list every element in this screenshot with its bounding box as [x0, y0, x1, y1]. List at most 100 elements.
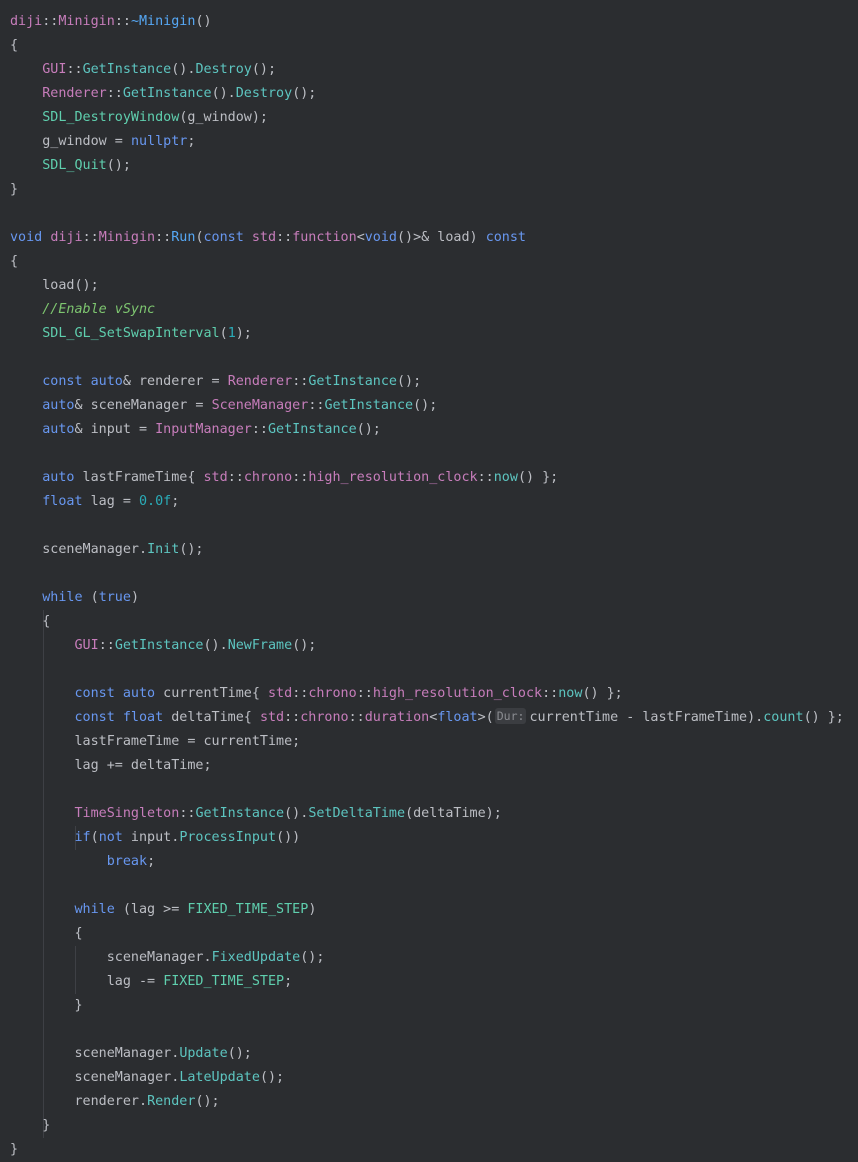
- code-token-default: ;: [171, 494, 180, 509]
- code-token-default: >(: [477, 710, 494, 725]
- code-token-default: ();: [106, 158, 131, 173]
- code-token-default: & renderer =: [122, 374, 228, 389]
- code-token-keyword: float: [437, 710, 478, 725]
- code-token-default: }: [74, 998, 83, 1013]
- code-line[interactable]: auto lastFrameTime{ std::chrono::high_re…: [10, 466, 558, 490]
- code-line[interactable]: //Enable vSync: [10, 298, 155, 322]
- code-line[interactable]: sceneManager.Init();: [10, 538, 204, 562]
- code-token-member-fn: GetInstance: [268, 422, 357, 437]
- code-token-default: ()): [276, 830, 301, 845]
- code-line[interactable]: load();: [10, 274, 98, 298]
- code-token-member-fn: GetInstance: [195, 806, 285, 821]
- code-line[interactable]: lag -= FIXED_TIME_STEP;: [10, 970, 292, 994]
- code-token-namespace: Renderer: [227, 374, 293, 389]
- code-token-default: {: [10, 254, 19, 269]
- code-token-member-fn: Init: [147, 542, 180, 557]
- code-token-default: ::: [356, 686, 373, 701]
- code-line[interactable]: TimeSingleton::GetInstance().SetDeltaTim…: [10, 802, 502, 826]
- code-editor[interactable]: diji::Minigin::~Minigin(){ GUI::GetInsta…: [0, 0, 858, 1162]
- code-token-default: ): [130, 590, 139, 605]
- code-token-default: (: [195, 230, 204, 245]
- code-token-default: () };: [517, 470, 559, 485]
- code-line[interactable]: sceneManager.LateUpdate();: [10, 1066, 285, 1090]
- code-token-default: ::: [106, 86, 123, 101]
- code-line[interactable]: {: [10, 610, 50, 634]
- code-token-default: {: [10, 38, 19, 53]
- code-token-function: ~Minigin: [130, 14, 196, 29]
- code-token-namespace: GUI: [74, 638, 99, 653]
- code-token-member-fn: now: [493, 470, 518, 485]
- code-token-default: [10, 110, 42, 125]
- code-line[interactable]: while (true): [10, 586, 139, 610]
- code-line[interactable]: }: [10, 1138, 18, 1162]
- code-token-namespace: chrono: [308, 686, 357, 701]
- code-token-namespace: diji: [50, 230, 83, 245]
- code-token-comment: //Enable vSync: [42, 302, 156, 317]
- code-line[interactable]: GUI::GetInstance().Destroy();: [10, 58, 276, 82]
- code-token-default: lastFrameTime{: [74, 470, 204, 485]
- code-token-default: ();: [300, 950, 325, 965]
- code-line[interactable]: Renderer::GetInstance().Destroy();: [10, 82, 316, 106]
- code-token-default: [10, 470, 42, 485]
- code-token-macro: FIXED_TIME_STEP: [163, 974, 285, 989]
- code-token-member-fn: NewFrame: [227, 638, 293, 653]
- code-token-default: [10, 398, 42, 413]
- code-token-member-fn: GetInstance: [114, 638, 204, 653]
- code-token-namespace: std: [251, 230, 277, 245]
- code-line[interactable]: {: [10, 922, 83, 946]
- code-token-default: [10, 614, 42, 629]
- code-token-namespace: chrono: [243, 470, 293, 485]
- code-line[interactable]: renderer.Render();: [10, 1090, 220, 1114]
- code-token-default: [10, 422, 42, 437]
- code-token-namespace: high_resolution_clock: [308, 470, 478, 485]
- code-token-default: deltaTime{: [163, 710, 260, 725]
- code-line[interactable]: if(not input.ProcessInput()): [10, 826, 301, 850]
- code-line[interactable]: diji::Minigin::~Minigin(): [10, 10, 212, 34]
- code-line[interactable]: sceneManager.FixedUpdate();: [10, 946, 325, 970]
- code-token-default: ::: [292, 686, 309, 701]
- code-line[interactable]: auto& input = InputManager::GetInstance(…: [10, 418, 381, 442]
- code-token-default: [10, 854, 107, 869]
- code-token-default: lag += deltaTime;: [74, 758, 212, 773]
- code-line[interactable]: const float deltaTime{ std::chrono::dura…: [10, 706, 844, 730]
- code-line[interactable]: SDL_DestroyWindow(g_window);: [10, 106, 268, 130]
- code-token-default: ::: [477, 470, 494, 485]
- code-line[interactable]: const auto& renderer = Renderer::GetInst…: [10, 370, 421, 394]
- code-line[interactable]: }: [10, 1114, 50, 1138]
- code-line[interactable]: const auto currentTime{ std::chrono::hig…: [10, 682, 623, 706]
- code-line[interactable]: sceneManager.Update();: [10, 1042, 252, 1066]
- code-line[interactable]: }: [10, 178, 18, 202]
- code-token-namespace: GUI: [42, 62, 67, 77]
- code-line[interactable]: g_window = nullptr;: [10, 130, 195, 154]
- code-line[interactable]: float lag = 0.0f;: [10, 490, 179, 514]
- code-line[interactable]: while (lag >= FIXED_TIME_STEP): [10, 898, 317, 922]
- code-token-member-fn: Destroy: [195, 62, 252, 77]
- code-line[interactable]: {: [10, 34, 18, 58]
- code-token-default: [10, 902, 75, 917]
- code-line[interactable]: {: [10, 250, 18, 274]
- code-token-default: ();: [292, 638, 317, 653]
- code-token-default: ): [308, 902, 317, 917]
- code-token-default: ();: [179, 542, 204, 557]
- code-line[interactable]: lag += deltaTime;: [10, 754, 212, 778]
- code-token-default: & input =: [74, 422, 156, 437]
- code-token-default: ().: [203, 638, 228, 653]
- code-token-keyword: const: [42, 374, 83, 389]
- code-token-default: [10, 926, 75, 941]
- code-token-default: }: [10, 182, 19, 197]
- code-line[interactable]: void diji::Minigin::Run(const std::funct…: [10, 226, 526, 250]
- code-line[interactable]: break;: [10, 850, 155, 874]
- code-line[interactable]: }: [10, 994, 83, 1018]
- code-line[interactable]: SDL_Quit();: [10, 154, 131, 178]
- code-token-default: [10, 686, 75, 701]
- code-token-namespace: diji: [10, 14, 43, 29]
- code-line[interactable]: SDL_GL_SetSwapInterval(1);: [10, 322, 252, 346]
- code-line[interactable]: auto& sceneManager = SceneManager::GetIn…: [10, 394, 437, 418]
- code-token-macro: SDL_DestroyWindow: [42, 110, 180, 125]
- code-token-keyword: not: [98, 830, 123, 845]
- code-token-default: sceneManager.: [106, 950, 212, 965]
- code-line[interactable]: lastFrameTime = currentTime;: [10, 730, 301, 754]
- inlay-parameter-hint: Dur:: [494, 708, 527, 724]
- code-token-default: [10, 1046, 75, 1061]
- code-line[interactable]: GUI::GetInstance().NewFrame();: [10, 634, 317, 658]
